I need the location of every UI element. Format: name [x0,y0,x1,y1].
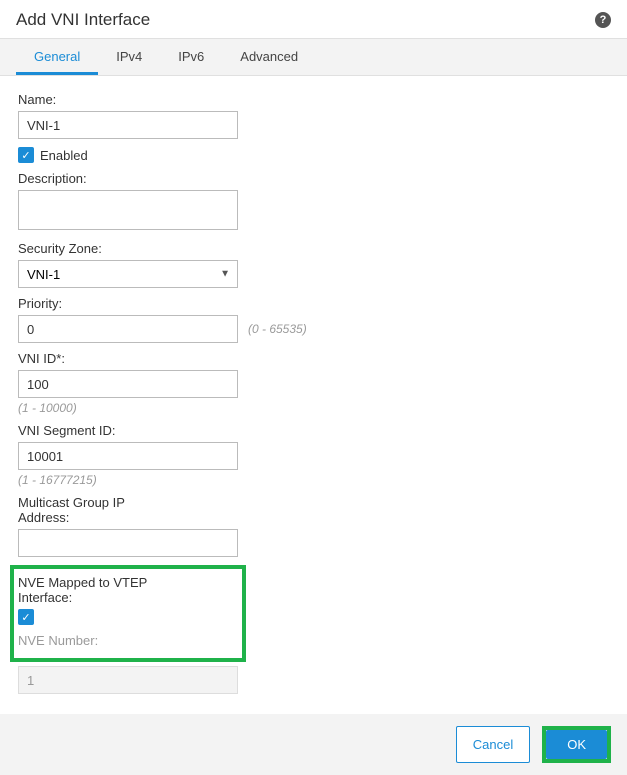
name-input[interactable] [18,111,238,139]
cancel-button[interactable]: Cancel [456,726,530,763]
tab-ipv4[interactable]: IPv4 [98,39,160,75]
priority-input[interactable] [18,315,238,343]
enabled-checkbox[interactable]: ✓ [18,147,34,163]
tab-ipv6[interactable]: IPv6 [160,39,222,75]
priority-hint: (0 - 65535) [248,322,307,336]
vni-segment-label: VNI Segment ID: [18,423,609,438]
vni-segment-input[interactable] [18,442,238,470]
nve-mapped-label: NVE Mapped to VTEP Interface: [18,575,168,605]
vni-id-hint: (1 - 10000) [18,401,609,415]
enabled-label: Enabled [40,148,88,163]
nve-mapped-checkbox[interactable]: ✓ [18,609,34,625]
security-zone-label: Security Zone: [18,241,609,256]
description-label: Description: [18,171,609,186]
help-icon[interactable]: ? [595,12,611,28]
name-label: Name: [18,92,609,107]
ok-highlight-box: OK [542,726,611,763]
description-input[interactable] [18,190,238,230]
tab-advanced[interactable]: Advanced [222,39,316,75]
vni-id-label: VNI ID*: [18,351,609,366]
priority-label: Priority: [18,296,609,311]
tabs-bar: General IPv4 IPv6 Advanced [0,38,627,76]
nve-highlight-box: NVE Mapped to VTEP Interface: ✓ NVE Numb… [10,565,246,662]
multicast-input[interactable] [18,529,238,557]
multicast-label: Multicast Group IP Address: [18,495,168,525]
vni-segment-hint: (1 - 16777215) [18,473,609,487]
dialog-title: Add VNI Interface [16,10,150,30]
security-zone-select[interactable]: VNI-1 [18,260,238,288]
vni-id-input[interactable] [18,370,238,398]
nve-number-label: NVE Number: [18,633,234,648]
ok-button[interactable]: OK [546,730,607,759]
dialog-footer: Cancel OK [0,714,627,775]
tab-general[interactable]: General [16,39,98,75]
nve-number-input [18,666,238,694]
